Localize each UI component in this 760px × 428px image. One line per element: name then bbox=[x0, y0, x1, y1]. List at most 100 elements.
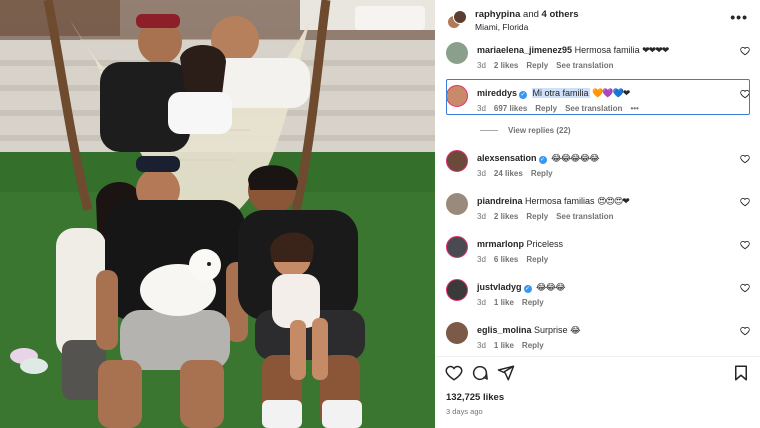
comment-username[interactable]: alexsensation bbox=[477, 153, 537, 163]
avatar[interactable] bbox=[446, 236, 468, 258]
author-connector: and bbox=[520, 9, 542, 20]
comment-item: mariaelena_jimenez95 Hermosa familia ❤❤❤… bbox=[435, 42, 760, 82]
comment-body: Mi otra familia bbox=[532, 88, 589, 98]
view-replies-button[interactable]: View replies (22) bbox=[480, 126, 571, 135]
comment-text: piandreina Hermosa familias 😍😍😍❤ bbox=[477, 196, 630, 207]
comment-emoji: 😂 bbox=[570, 325, 580, 335]
bookmark-icon[interactable] bbox=[732, 364, 750, 382]
comment-likes[interactable]: 24 likes bbox=[494, 169, 523, 178]
comment-meta: 3d 2 likes Reply See translation bbox=[477, 212, 622, 221]
share-icon[interactable] bbox=[497, 364, 515, 382]
comment-item: justvladyg ✓ 😂😂😂 3d 1 like Reply bbox=[435, 279, 760, 319]
avatar[interactable] bbox=[446, 150, 468, 172]
avatar bbox=[453, 10, 467, 24]
post-authors[interactable]: raphypina and 4 others bbox=[475, 9, 579, 20]
likes-count[interactable]: 132,725 likes bbox=[446, 392, 504, 403]
reply-button[interactable]: Reply bbox=[526, 61, 548, 70]
reply-button[interactable]: Reply bbox=[526, 255, 548, 264]
selected-text: Mi otra familia bbox=[531, 88, 590, 98]
comment-item: mrmarlonp Priceless 3d 6 likes Reply bbox=[435, 236, 760, 276]
more-horizontal-icon[interactable]: ••• bbox=[730, 10, 748, 24]
heart-outline-icon[interactable] bbox=[740, 154, 750, 164]
comment-meta: 3d 6 likes Reply bbox=[477, 255, 556, 264]
heart-outline-icon[interactable] bbox=[740, 197, 750, 207]
comment-time: 3d bbox=[477, 169, 486, 178]
family-photo-illustration bbox=[0, 0, 435, 428]
post-location[interactable]: Miami, Florida bbox=[475, 22, 528, 32]
comment-emoji: 😂😂😂😂😂 bbox=[551, 153, 600, 163]
comments-panel: raphypina and 4 others Miami, Florida ••… bbox=[435, 0, 760, 428]
comment-time: 3d bbox=[477, 212, 486, 221]
verified-badge-icon: ✓ bbox=[519, 91, 528, 99]
heart-outline-icon[interactable] bbox=[740, 283, 750, 293]
comment-time: 3d bbox=[477, 61, 486, 70]
comment-meta: 3d 1 like Reply bbox=[477, 341, 552, 350]
comment-time: 3d bbox=[477, 298, 486, 307]
comment-meta: 3d 24 likes Reply bbox=[477, 169, 561, 178]
comment-item: piandreina Hermosa familias 😍😍😍❤ 3d 2 lik… bbox=[435, 193, 760, 233]
avatar[interactable] bbox=[446, 279, 468, 301]
see-translation-button[interactable]: See translation bbox=[556, 61, 613, 70]
view-replies-label: View replies (22) bbox=[508, 126, 571, 135]
comment-username[interactable]: mrmarlonp bbox=[477, 239, 524, 249]
avatar[interactable] bbox=[446, 85, 468, 107]
comment-options-icon[interactable]: ••• bbox=[630, 104, 638, 113]
heart-outline-icon[interactable] bbox=[740, 326, 750, 336]
others-link[interactable]: 4 others bbox=[542, 9, 579, 20]
comment-text: mrmarlonp Priceless bbox=[477, 239, 563, 249]
comment-username[interactable]: mariaelena_jimenez95 bbox=[477, 45, 572, 55]
comment-meta: 3d 1 like Reply bbox=[477, 298, 552, 307]
comment-likes[interactable]: 1 like bbox=[494, 298, 514, 307]
comment-body: Priceless bbox=[526, 239, 564, 249]
comment-text: justvladyg ✓ 😂😂😂 bbox=[477, 282, 566, 293]
comment-text: eglis_molina Surprise 😂 bbox=[477, 325, 581, 336]
comment-emoji: 😂😂😂 bbox=[536, 282, 566, 292]
divider bbox=[435, 356, 760, 357]
collab-avatars[interactable] bbox=[447, 10, 467, 30]
comment-meta: 3d 2 likes Reply See translation bbox=[477, 61, 622, 70]
comment-likes[interactable]: 1 like bbox=[494, 341, 514, 350]
comment-emoji: 😍😍😍❤ bbox=[597, 196, 630, 206]
post-photo bbox=[0, 0, 435, 428]
comment-username[interactable]: piandreina bbox=[477, 196, 523, 206]
reply-button[interactable]: Reply bbox=[535, 104, 557, 113]
heart-outline-icon[interactable] bbox=[740, 46, 750, 56]
comment-likes[interactable]: 697 likes bbox=[494, 104, 527, 113]
heart-outline-icon[interactable] bbox=[740, 240, 750, 250]
post-header: raphypina and 4 others Miami, Florida ••… bbox=[435, 0, 760, 38]
comment-emoji: 🧡💜💙❤ bbox=[592, 88, 630, 98]
reply-button[interactable]: Reply bbox=[522, 298, 544, 307]
reply-button[interactable]: Reply bbox=[526, 212, 548, 221]
comment-likes[interactable]: 2 likes bbox=[494, 61, 518, 70]
post-actions bbox=[435, 364, 760, 384]
comment-time: 3d bbox=[477, 104, 486, 113]
comment-body: Surprise bbox=[534, 325, 568, 335]
comment-item: alexsensation ✓ 😂😂😂😂😂 3d 24 likes Reply bbox=[435, 150, 760, 190]
avatar[interactable] bbox=[446, 322, 468, 344]
see-translation-button[interactable]: See translation bbox=[565, 104, 622, 113]
avatar[interactable] bbox=[446, 193, 468, 215]
comment-emoji: ❤❤❤❤ bbox=[642, 45, 669, 55]
comment-likes[interactable]: 6 likes bbox=[494, 255, 518, 264]
verified-badge-icon: ✓ bbox=[523, 285, 532, 293]
comment-icon[interactable] bbox=[471, 364, 489, 382]
comment-text: mariaelena_jimenez95 Hermosa familia ❤❤❤… bbox=[477, 45, 669, 56]
comment-username[interactable]: mireddys bbox=[477, 88, 517, 98]
avatar[interactable] bbox=[446, 42, 468, 64]
reply-button[interactable]: Reply bbox=[531, 169, 553, 178]
comment-text: mireddys ✓ Mi otra familia 🧡💜💙❤ bbox=[477, 88, 630, 99]
comment-text: alexsensation ✓ 😂😂😂😂😂 bbox=[477, 153, 600, 164]
author-username[interactable]: raphypina bbox=[475, 9, 520, 20]
see-translation-button[interactable]: See translation bbox=[556, 212, 613, 221]
comment-item: mireddys ✓ Mi otra familia 🧡💜💙❤ 3d 697 lik… bbox=[435, 85, 760, 125]
verified-badge-icon: ✓ bbox=[538, 156, 547, 164]
post-timestamp: 3 days ago bbox=[446, 407, 483, 416]
heart-outline-icon[interactable] bbox=[740, 89, 750, 99]
reply-button[interactable]: Reply bbox=[522, 341, 544, 350]
comment-likes[interactable]: 2 likes bbox=[494, 212, 518, 221]
heart-outline-icon[interactable] bbox=[445, 364, 463, 382]
comment-username[interactable]: eglis_molina bbox=[477, 325, 532, 335]
divider bbox=[480, 130, 498, 132]
comment-username[interactable]: justvladyg bbox=[477, 282, 522, 292]
comment-body: Hermosa familias bbox=[525, 196, 595, 206]
